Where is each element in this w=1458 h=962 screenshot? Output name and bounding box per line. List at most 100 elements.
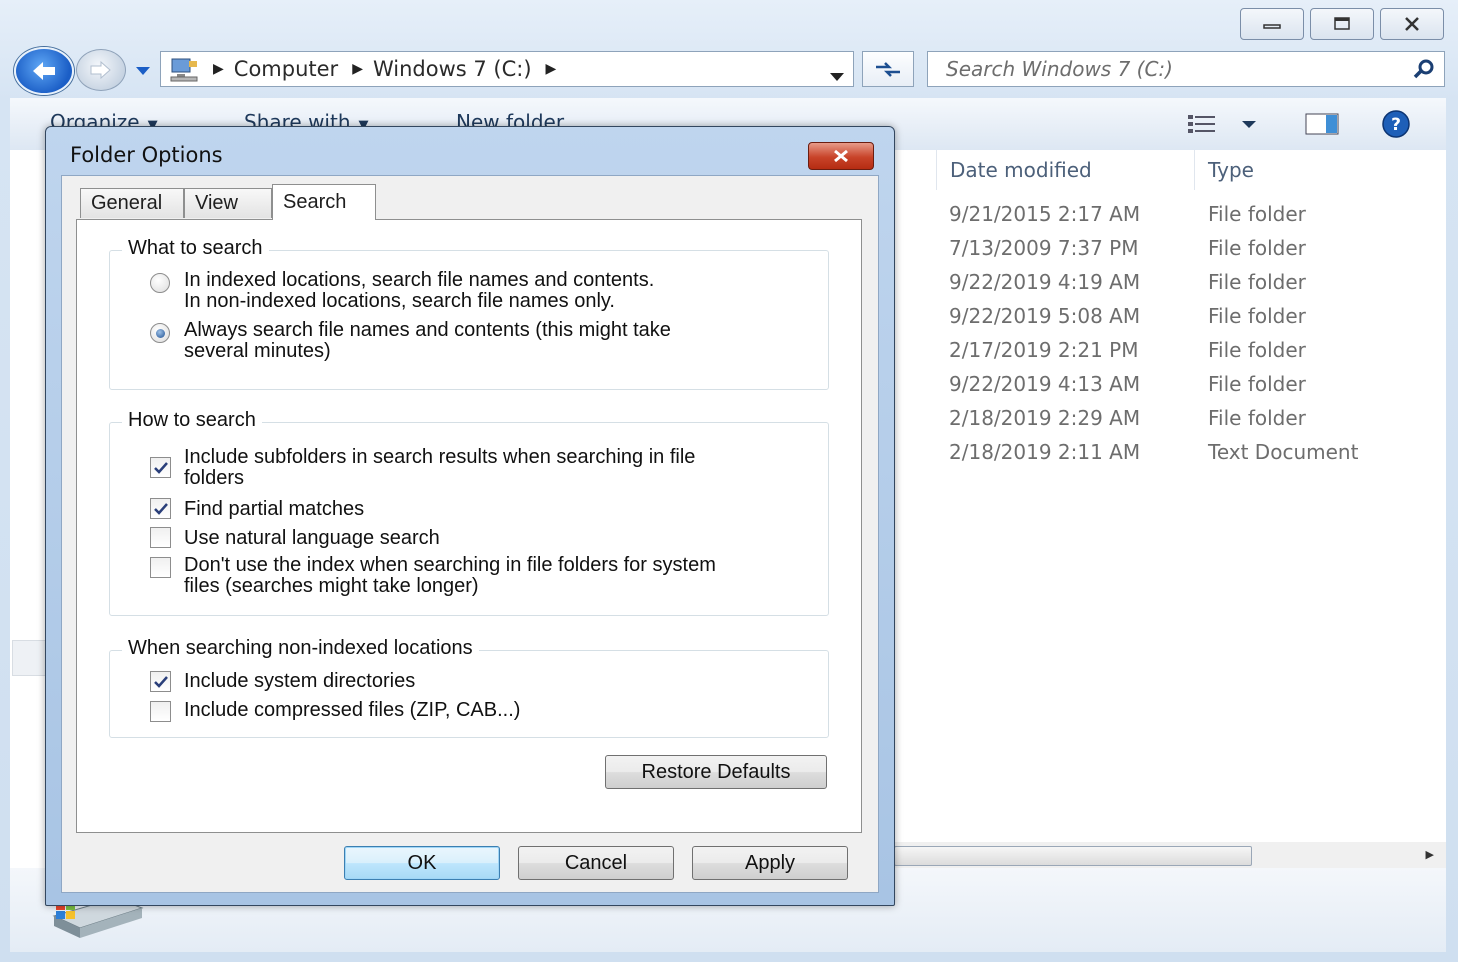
minimize-button[interactable] bbox=[1240, 8, 1304, 40]
file-date: 9/21/2015 2:17 AM bbox=[949, 202, 1141, 226]
close-icon bbox=[1405, 17, 1419, 31]
column-divider[interactable] bbox=[1194, 150, 1195, 190]
preview-pane-button[interactable] bbox=[1304, 112, 1340, 141]
radio-label-always-search-contents[interactable]: Always search file names and contents (t… bbox=[184, 320, 671, 362]
checkbox-include-compressed-files[interactable] bbox=[150, 701, 171, 722]
chevron-down-icon bbox=[136, 67, 150, 75]
search-icon[interactable] bbox=[1412, 58, 1436, 80]
file-type: File folder bbox=[1208, 270, 1306, 294]
view-options-button[interactable] bbox=[1186, 112, 1266, 141]
ok-button[interactable]: OK bbox=[344, 846, 500, 880]
apply-button[interactable]: Apply bbox=[692, 846, 848, 880]
checkbox-dont-use-index[interactable] bbox=[150, 557, 171, 578]
file-date: 7/13/2009 7:37 PM bbox=[949, 236, 1139, 260]
checkbox-include-system-directories[interactable] bbox=[150, 671, 171, 692]
radio-label-indexed-locations[interactable]: In indexed locations, search file names … bbox=[184, 270, 654, 312]
option-line: Include subfolders in search results whe… bbox=[184, 446, 696, 468]
file-type: Text Document bbox=[1208, 440, 1359, 464]
radio-always-search-contents[interactable] bbox=[150, 323, 170, 343]
checkbox-label-include-system-directories[interactable]: Include system directories bbox=[184, 671, 415, 692]
search-box[interactable]: Search Windows 7 (C:) bbox=[927, 51, 1445, 87]
breadcrumb-separator[interactable]: ▶ bbox=[352, 61, 363, 77]
maximize-icon bbox=[1334, 17, 1350, 30]
address-bar[interactable]: ▶ Computer ▶ Windows 7 (C:) ▶ bbox=[160, 51, 854, 87]
maximize-button[interactable] bbox=[1310, 8, 1374, 40]
close-icon bbox=[834, 149, 848, 163]
checkbox-find-partial-matches[interactable] bbox=[150, 498, 171, 519]
refresh-button[interactable] bbox=[862, 51, 914, 87]
checkmark-icon bbox=[153, 461, 168, 474]
option-line: Don't use the index when searching in fi… bbox=[184, 554, 716, 576]
option-line: files (searches might take longer) bbox=[184, 575, 479, 597]
what-to-search-group: What to search In indexed locations, sea… bbox=[109, 237, 829, 390]
folder-options-dialog: Folder Options General View Search What … bbox=[45, 126, 895, 906]
scroll-right-arrow-icon[interactable]: ▶ bbox=[1426, 848, 1434, 861]
column-header-date-modified[interactable]: Date modified bbox=[950, 158, 1092, 182]
file-date: 9/22/2019 4:19 AM bbox=[949, 270, 1141, 294]
column-divider[interactable] bbox=[936, 150, 937, 190]
file-date: 2/18/2019 2:29 AM bbox=[949, 406, 1141, 430]
file-type: File folder bbox=[1208, 338, 1306, 362]
file-date: 2/17/2019 2:21 PM bbox=[949, 338, 1139, 362]
help-button[interactable]: ? bbox=[1380, 109, 1412, 144]
checkbox-label-include-compressed-files[interactable]: Include compressed files (ZIP, CAB...) bbox=[184, 700, 520, 721]
file-type: File folder bbox=[1208, 202, 1306, 226]
computer-icon bbox=[170, 58, 198, 82]
breadcrumb-computer[interactable]: Computer bbox=[234, 57, 338, 81]
breadcrumb-separator[interactable]: ▶ bbox=[546, 61, 557, 77]
breadcrumb-windows7-drive[interactable]: Windows 7 (C:) bbox=[373, 57, 532, 81]
back-arrow-icon bbox=[33, 62, 55, 80]
column-header-type[interactable]: Type bbox=[1208, 158, 1254, 182]
horizontal-scrollbar[interactable]: ▶ bbox=[894, 842, 1446, 868]
tab-view[interactable]: View bbox=[184, 188, 272, 218]
checkbox-natural-language-search[interactable] bbox=[150, 527, 171, 548]
checkmark-icon bbox=[153, 502, 168, 515]
radio-indexed-locations[interactable] bbox=[150, 273, 170, 293]
tab-search[interactable]: Search bbox=[272, 184, 376, 220]
address-history-dropdown[interactable] bbox=[829, 65, 845, 87]
group-title-what-to-search: What to search bbox=[122, 237, 269, 260]
file-date: 9/22/2019 4:13 AM bbox=[949, 372, 1141, 396]
search-tab-panel: What to search In indexed locations, sea… bbox=[76, 219, 862, 833]
option-line: In non-indexed locations, search file na… bbox=[184, 290, 615, 312]
back-button[interactable] bbox=[14, 47, 74, 95]
option-line: In indexed locations, search file names … bbox=[184, 269, 655, 291]
close-window-button[interactable] bbox=[1380, 8, 1444, 40]
svg-text:?: ? bbox=[1391, 115, 1401, 135]
preview-pane-icon bbox=[1305, 113, 1339, 135]
restore-defaults-button[interactable]: Restore Defaults bbox=[605, 755, 827, 789]
dialog-title: Folder Options bbox=[70, 143, 223, 167]
minimize-icon bbox=[1263, 24, 1281, 29]
checkbox-include-subfolders[interactable] bbox=[150, 457, 171, 478]
file-type: File folder bbox=[1208, 304, 1306, 328]
breadcrumb-separator[interactable]: ▶ bbox=[213, 61, 224, 77]
forward-arrow-icon bbox=[90, 60, 111, 80]
scrollbar-thumb[interactable] bbox=[894, 846, 1252, 866]
option-line: several minutes) bbox=[184, 340, 331, 362]
tab-general[interactable]: General bbox=[80, 188, 184, 218]
dialog-body: General View Search What to search In in… bbox=[61, 175, 879, 893]
dialog-close-button[interactable] bbox=[808, 142, 874, 170]
checkbox-label-dont-use-index[interactable]: Don't use the index when searching in fi… bbox=[184, 555, 716, 597]
file-type: File folder bbox=[1208, 406, 1306, 430]
view-options-icon bbox=[1188, 115, 1256, 133]
checkbox-label-natural-language-search[interactable]: Use natural language search bbox=[184, 528, 440, 549]
checkbox-label-include-subfolders[interactable]: Include subfolders in search results whe… bbox=[184, 447, 695, 489]
option-line: folders bbox=[184, 467, 245, 489]
group-title-non-indexed: When searching non-indexed locations bbox=[122, 637, 479, 660]
checkbox-label-find-partial-matches[interactable]: Find partial matches bbox=[184, 499, 364, 520]
forward-button[interactable] bbox=[76, 49, 126, 91]
file-type: File folder bbox=[1208, 236, 1306, 260]
how-to-search-group: How to search Include subfolders in sear… bbox=[109, 409, 829, 616]
file-date: 9/22/2019 5:08 AM bbox=[949, 304, 1141, 328]
group-title-how-to-search: How to search bbox=[122, 409, 262, 432]
help-icon: ? bbox=[1382, 110, 1410, 138]
refresh-icon bbox=[876, 62, 900, 77]
search-input[interactable]: Search Windows 7 (C:) bbox=[946, 57, 1173, 81]
window-controls bbox=[1240, 8, 1444, 40]
cancel-button[interactable]: Cancel bbox=[518, 846, 674, 880]
recent-pages-dropdown[interactable] bbox=[134, 60, 152, 82]
non-indexed-locations-group: When searching non-indexed locations Inc… bbox=[109, 637, 829, 738]
file-date: 2/18/2019 2:11 AM bbox=[949, 440, 1141, 464]
file-type: File folder bbox=[1208, 372, 1306, 396]
